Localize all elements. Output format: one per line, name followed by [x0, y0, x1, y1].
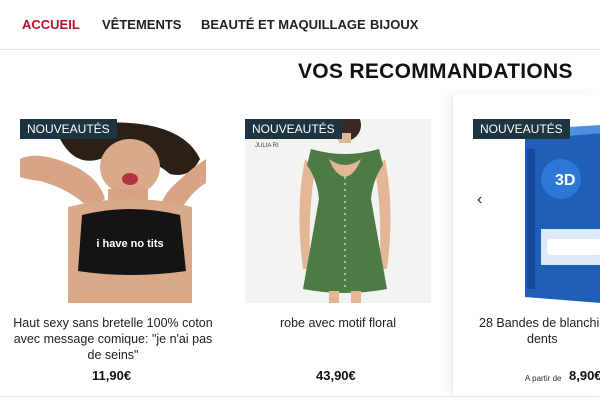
svg-text:3D: 3D [555, 172, 575, 189]
product-name[interactable]: robe avec motif floral [238, 315, 438, 331]
new-badge: NOUVEAUTÉS [20, 119, 117, 139]
section-title: VOS RECOMMANDATIONS [298, 60, 573, 83]
new-badge: NOUVEAUTÉS [473, 119, 570, 139]
product-card[interactable]: NOUVEAUTÉS JULIA RI robe avec motif flor… [226, 95, 450, 395]
chevron-left-icon[interactable]: ‹ [477, 192, 493, 208]
nav-item-accueil[interactable]: ACCUEIL [22, 17, 80, 32]
product-name-line: dents [527, 332, 558, 346]
nav-item-vetements[interactable]: VÊTEMENTS [102, 17, 181, 32]
nav-item-beaute-maquillage[interactable]: BEAUTÉ ET MAQUILLAGE [201, 17, 366, 32]
divider [0, 396, 600, 397]
nav-item-bijoux[interactable]: BIJOUX [370, 17, 418, 32]
product-carousel: NOUVEAUTÉS i have no tits Haut sexy sans… [0, 95, 600, 395]
product-card[interactable]: NOUVEAUTÉS ‹ 3D 28 Bandes de blanchir de… [452, 95, 600, 395]
product-image[interactable]: JULIA RI [245, 119, 431, 303]
product-name[interactable]: 28 Bandes de blanchir dents [479, 315, 600, 347]
whitening-strips-box: 3D [521, 119, 600, 303]
price-prefix: A partir de [525, 374, 562, 383]
product-price: 8,90€ [569, 368, 600, 383]
crop-top-photo: i have no tits [20, 119, 206, 303]
top-navigation: ACCUEIL VÊTEMENTS BEAUTÉ ET MAQUILLAGE B… [0, 0, 600, 50]
svg-text:i have no tits: i have no tits [96, 238, 163, 250]
product-image[interactable]: i have no tits [20, 119, 206, 303]
product-card[interactable]: NOUVEAUTÉS i have no tits Haut sexy sans… [0, 95, 225, 395]
product-image[interactable]: 3D [521, 119, 600, 303]
new-badge: NOUVEAUTÉS [245, 119, 342, 139]
floral-dress-photo: JULIA RI [245, 119, 431, 303]
product-name[interactable]: Haut sexy sans bretelle 100% coton avec … [12, 315, 214, 363]
product-name-line: 28 Bandes de blanchir [479, 316, 600, 330]
product-price: 11,90€ [92, 368, 132, 383]
svg-text:JULIA RI: JULIA RI [255, 143, 279, 149]
product-price: 43,90€ [316, 368, 356, 383]
